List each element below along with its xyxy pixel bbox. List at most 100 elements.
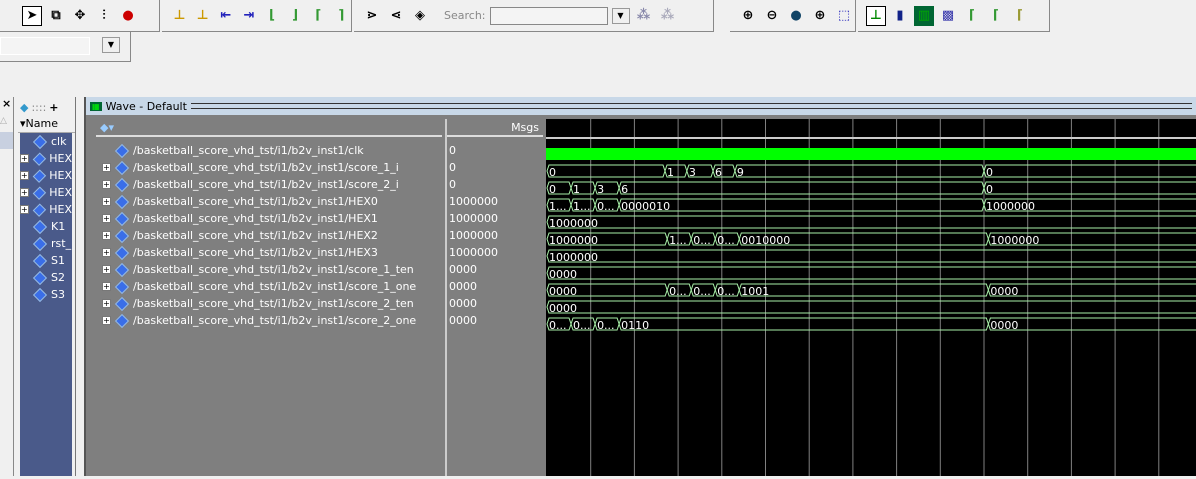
prev-transition-icon[interactable]: ⇤: [216, 6, 235, 26]
bus-segment: [546, 266, 1196, 280]
signal-row[interactable]: + /basketball_score_vhd_tst/i1/b2v_inst1/…: [102, 210, 442, 227]
wave-format-bars-icon[interactable]: ▥: [914, 5, 934, 26]
add-icon[interactable]: +: [49, 101, 58, 114]
expand-icon[interactable]: +: [102, 163, 111, 172]
signal-icon: [32, 168, 46, 183]
close-icon[interactable]: ×: [0, 97, 13, 110]
object-label: S1: [51, 254, 65, 267]
waveform-pane[interactable]: 0 1 3 6 9 0 0 1 3 6 0 1... 1... 0... 0000010 1000000 100…: [546, 119, 1196, 476]
toolbar-select-dropdown-button[interactable]: ▼: [102, 37, 120, 53]
signal-row[interactable]: + /basketball_score_vhd_tst/i1/b2v_inst1/…: [102, 193, 442, 210]
zoom-mode-icon[interactable]: ⧉: [46, 6, 66, 26]
wave-format-line-icon[interactable]: ⊥: [866, 5, 886, 26]
object-item[interactable]: clk: [20, 133, 72, 150]
expand-icon[interactable]: +: [102, 299, 111, 308]
signal-row[interactable]: + /basketball_score_vhd_tst/i1/b2v_inst1/…: [102, 244, 442, 261]
signal-icon: [114, 279, 130, 294]
signal-row[interactable]: + /basketball_score_vhd_tst/i1/b2v_inst1/…: [102, 159, 442, 176]
bus-segment: [546, 164, 666, 178]
edge-style-3-icon[interactable]: ⌈: [1010, 6, 1030, 26]
bus-value-label: 0...: [597, 319, 615, 332]
prev-rising-edge-icon[interactable]: ⌈: [309, 6, 328, 26]
signal-row[interactable]: + /basketball_score_vhd_tst/i1/b2v_inst1/…: [102, 295, 442, 312]
find-icon[interactable]: ◈: [410, 6, 430, 26]
wave-icon: ▦: [90, 101, 102, 111]
object-item[interactable]: rst_: [20, 235, 72, 252]
object-item[interactable]: + HEX: [20, 184, 72, 201]
wave-format-pulse-icon[interactable]: ▮: [890, 6, 910, 26]
expand-icon[interactable]: +: [20, 205, 29, 214]
signal-icon: [114, 194, 130, 209]
bus-value-label: 0...: [597, 200, 615, 213]
expand-icon[interactable]: +: [102, 265, 111, 274]
expand-icon[interactable]: +: [102, 180, 111, 189]
expand-icon[interactable]: +: [102, 231, 111, 240]
object-label: S2: [51, 271, 65, 284]
search-input[interactable]: [489, 6, 608, 25]
expand-icon[interactable]: +: [20, 171, 29, 180]
expand-icon[interactable]: +: [102, 214, 111, 223]
object-item[interactable]: K1: [20, 218, 72, 235]
edge-style-1-icon[interactable]: ⌈: [962, 6, 982, 26]
zoom-in-icon[interactable]: ⊕: [738, 6, 758, 26]
signal-row[interactable]: + /basketball_score_vhd_tst/i1/b2v_inst1/…: [102, 261, 442, 278]
signal-row[interactable]: + /basketball_score_vhd_tst/i1/b2v_inst1/…: [102, 278, 442, 295]
signal-menu-icon[interactable]: ◆▾: [100, 121, 114, 134]
edge-style-2-icon[interactable]: ⌈: [986, 6, 1006, 26]
name-column-header[interactable]: ▾Name: [18, 117, 75, 133]
bus-value-label: 1001: [741, 285, 769, 298]
zoom-region-icon[interactable]: ⬚: [834, 6, 854, 26]
bus-value-label: 0...: [549, 319, 567, 332]
edit-mode-icon[interactable]: ⫶: [94, 6, 114, 26]
bus-value-label: 3: [597, 183, 604, 196]
object-item[interactable]: S2: [20, 269, 72, 286]
search-backward-icon[interactable]: ⁂: [634, 6, 654, 26]
signal-row[interactable]: + /basketball_score_vhd_tst/i1/b2v_inst1/…: [102, 312, 442, 329]
object-item[interactable]: + HEX: [20, 150, 72, 167]
expand-icon[interactable]: +: [20, 188, 29, 197]
object-label: S3: [51, 288, 65, 301]
signal-row[interactable]: + /basketball_score_vhd_tst/i1/b2v_inst1/…: [102, 227, 442, 244]
toolbar-select[interactable]: [0, 37, 90, 55]
expand-icon[interactable]: +: [20, 154, 29, 163]
dither-icon[interactable]: ▩: [938, 6, 958, 26]
search-options-icon[interactable]: ⁂: [658, 6, 678, 26]
bus-segment: [546, 249, 1196, 263]
expand-icon[interactable]: +: [102, 197, 111, 206]
sort-icon[interactable]: △: [0, 116, 13, 126]
select-mode-icon[interactable]: ➤: [22, 5, 42, 26]
selected-row: [0, 132, 13, 149]
add-cursor-icon[interactable]: ⊥: [170, 6, 189, 26]
signal-path: /basketball_score_vhd_tst/i1/b2v_inst1/H…: [133, 195, 378, 208]
object-item[interactable]: + HEX: [20, 167, 72, 184]
next-transition-icon[interactable]: ⇥: [239, 6, 258, 26]
drag-handle-icon[interactable]: ::::: [31, 101, 46, 114]
bus-segment: [618, 198, 985, 212]
signal-row[interactable]: + /basketball_score_vhd_tst/i1/b2v_inst1/…: [102, 176, 442, 193]
object-item[interactable]: S3: [20, 286, 72, 303]
expand-readers-icon[interactable]: ⋖: [386, 6, 406, 26]
zoom-cursor-icon[interactable]: ⊕: [810, 6, 830, 26]
search-dropdown-button[interactable]: ▼: [611, 7, 630, 24]
signal-row[interactable]: /basketball_score_vhd_tst/i1/b2v_inst1/c…: [102, 142, 442, 159]
zoom-full-icon[interactable]: ●: [786, 6, 806, 26]
expand-icon[interactable]: +: [102, 316, 111, 325]
next-falling-edge-icon[interactable]: ⌋: [286, 6, 305, 26]
signal-value: 1000000: [449, 212, 498, 225]
bus-segment: [546, 215, 1196, 229]
delete-cursor-icon[interactable]: ⊥: [193, 6, 212, 26]
msgs-header: Msgs: [447, 119, 543, 137]
object-item[interactable]: S1: [20, 252, 72, 269]
expand-icon[interactable]: +: [102, 282, 111, 291]
object-item[interactable]: + HEX: [20, 201, 72, 218]
prev-falling-edge-icon[interactable]: ⌊: [263, 6, 282, 26]
stop-drag-icon[interactable]: ●: [118, 6, 138, 26]
next-rising-edge-icon[interactable]: ⌉: [332, 6, 351, 26]
pan-mode-icon[interactable]: ✥: [70, 6, 90, 26]
signal-value: 1000000: [449, 246, 498, 259]
signal-names-pane: ◆▾ /basketball_score_vhd_tst/i1/b2v_inst…: [96, 119, 442, 476]
signal-path: /basketball_score_vhd_tst/i1/b2v_inst1/s…: [133, 178, 399, 191]
zoom-out-icon[interactable]: ⊖: [762, 6, 782, 26]
expand-icon[interactable]: +: [102, 248, 111, 257]
expand-drivers-icon[interactable]: ⋗: [362, 6, 382, 26]
